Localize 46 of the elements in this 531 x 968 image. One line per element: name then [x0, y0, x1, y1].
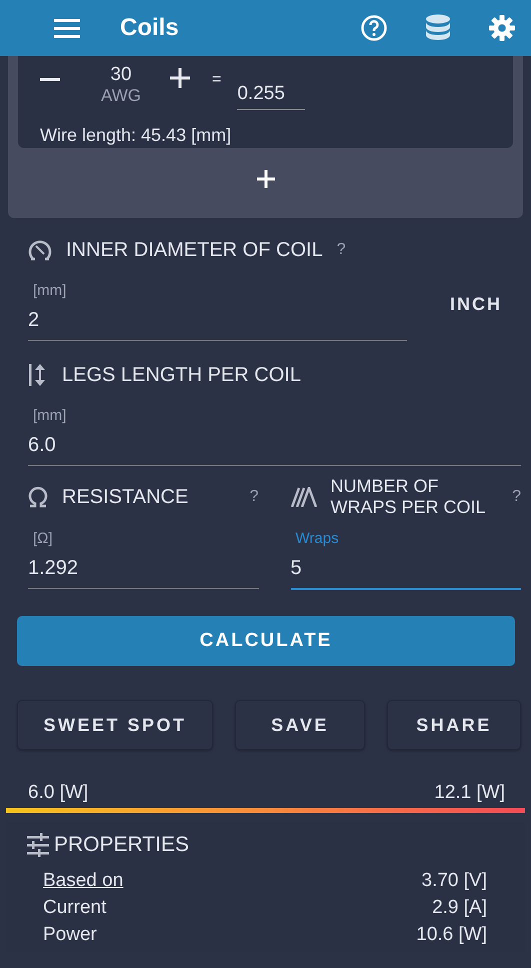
- omega-icon: [28, 486, 48, 508]
- section-title: NUMBER OF WRAPS PER COIL: [330, 476, 487, 518]
- property-link[interactable]: Based on: [43, 867, 124, 894]
- wraps-input[interactable]: 5: [290, 547, 521, 590]
- property-value: 2.9 [A]: [432, 896, 487, 920]
- unit-label: [mm]: [33, 407, 68, 424]
- section-title: INNER DIAMETER OF COIL: [66, 238, 323, 262]
- wraps-icon: [290, 487, 316, 507]
- properties-title: PROPERTIES: [54, 833, 189, 857]
- legs-input[interactable]: 6.0: [28, 424, 521, 466]
- gauge-value: 30: [110, 64, 132, 86]
- decrease-button[interactable]: [40, 78, 60, 80]
- diameter-icon: [28, 238, 52, 262]
- unit-label: [mm]: [33, 282, 68, 299]
- calculate-button[interactable]: CALCULATE: [17, 616, 515, 666]
- min-power: 6.0 [W]: [28, 782, 88, 804]
- unit-label: Wraps: [296, 530, 340, 547]
- section-title: RESISTANCE: [62, 486, 190, 508]
- action-button[interactable]: SAVE: [235, 700, 365, 750]
- help-mark[interactable]: ?: [512, 488, 521, 506]
- property-value: 10.6 [W]: [416, 923, 487, 947]
- gauge-unit: AWG: [101, 86, 141, 106]
- property-value: 3.70 [V]: [422, 869, 487, 893]
- help-mark[interactable]: ?: [250, 488, 258, 506]
- resistance-input[interactable]: 1.292: [28, 547, 258, 589]
- action-button[interactable]: SHARE: [387, 700, 521, 750]
- equals-sign: =: [212, 71, 222, 89]
- action-button[interactable]: SWEET SPOT: [17, 700, 213, 750]
- unit-label: [Ω]: [33, 530, 54, 547]
- inch-button[interactable]: INCH: [431, 293, 521, 316]
- property-label: Power: [43, 923, 97, 947]
- max-power: 12.1 [W]: [434, 782, 505, 804]
- section-title: LEGS LENGTH PER COIL: [62, 364, 301, 386]
- wire-length: Wire length: 45.43 [mm]: [40, 125, 232, 146]
- help-icon[interactable]: [361, 15, 387, 41]
- sliders-icon: [26, 833, 50, 857]
- database-icon[interactable]: [425, 14, 451, 42]
- help-mark[interactable]: ?: [336, 241, 346, 259]
- length-icon: [28, 363, 48, 387]
- app-title: Coils: [120, 14, 180, 42]
- menu-icon[interactable]: [54, 18, 80, 38]
- diameter-field[interactable]: 0.255: [237, 80, 306, 110]
- add-icon[interactable]: [256, 170, 274, 188]
- property-label: Current: [43, 896, 106, 920]
- diameter-input[interactable]: 2: [28, 299, 407, 341]
- increase-icon[interactable]: [170, 68, 190, 88]
